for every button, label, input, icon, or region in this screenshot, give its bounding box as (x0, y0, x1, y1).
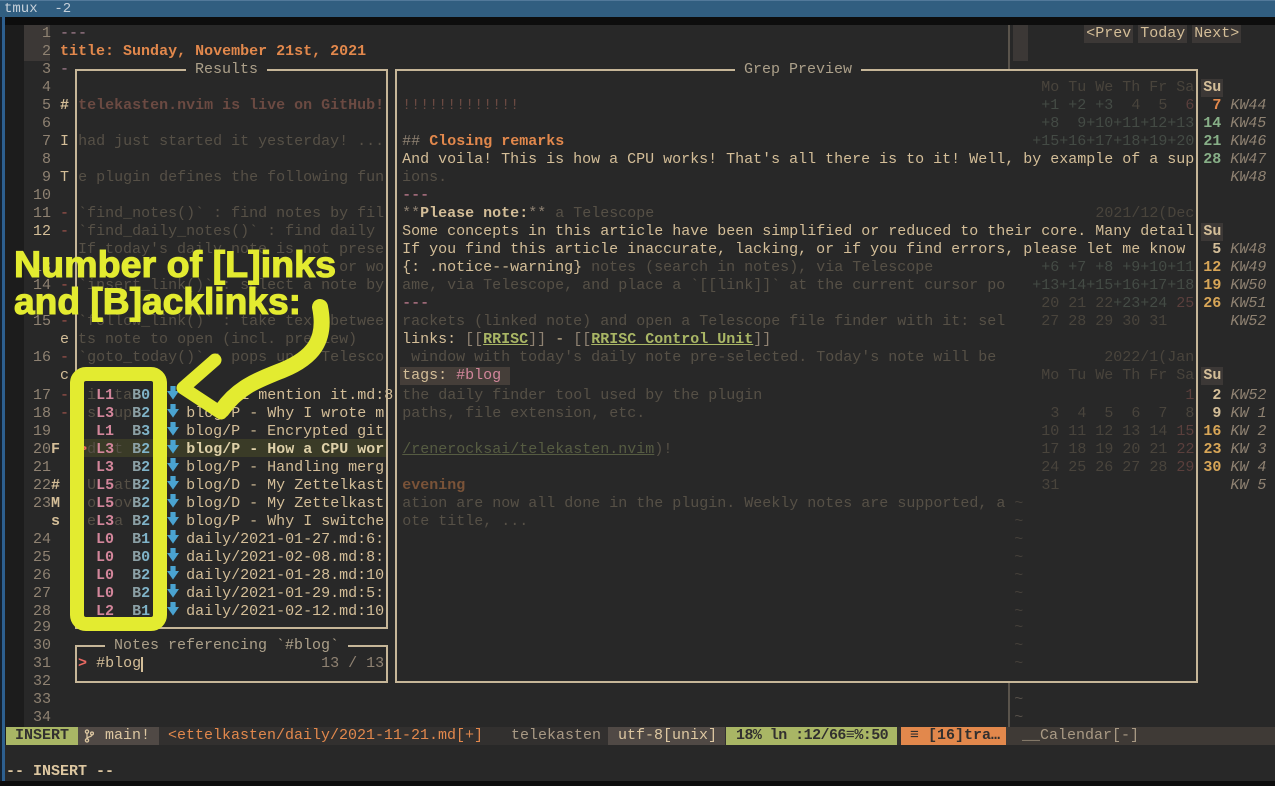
svg-text:and [B]acklinks:: and [B]acklinks: (14, 281, 301, 322)
svg-text:Number of [L]inks: Number of [L]inks (14, 244, 336, 285)
